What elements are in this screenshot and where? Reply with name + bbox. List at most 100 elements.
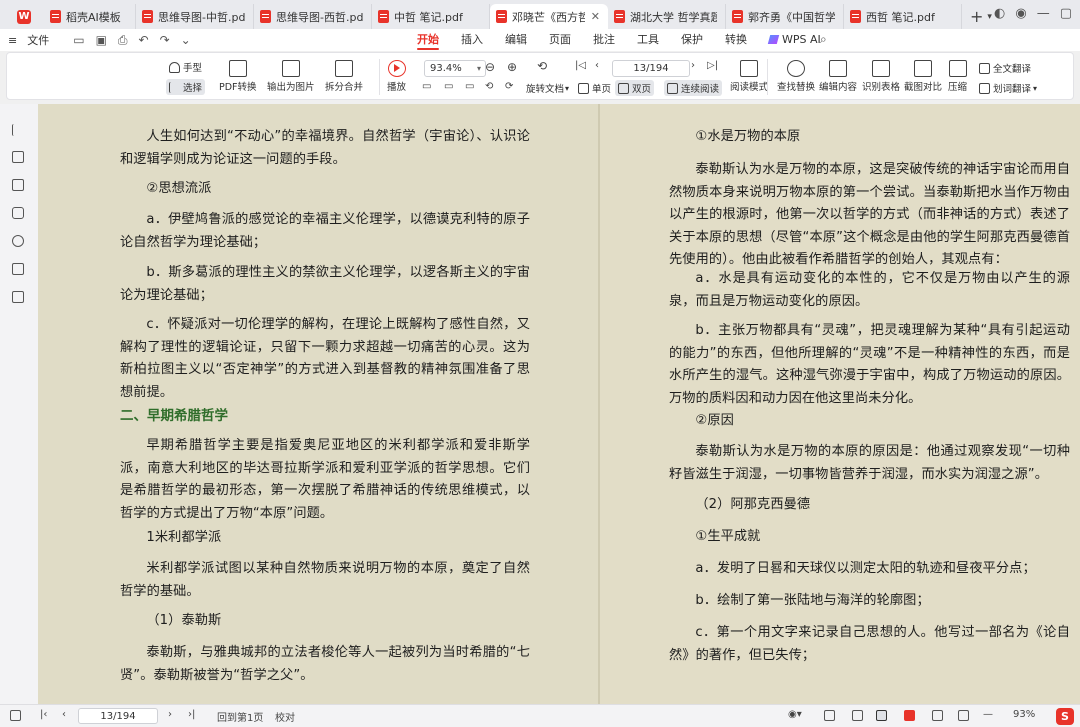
find-replace-button[interactable]: 查找替换 xyxy=(777,60,815,93)
play-label: 播放 xyxy=(387,82,407,93)
actual-size-icon[interactable]: ▭ xyxy=(465,81,474,92)
page-input[interactable]: 13/194 xyxy=(612,60,690,77)
word-translate-button[interactable]: 划词翻译 ▾ xyxy=(979,80,1037,96)
double-page-button[interactable]: 双页 xyxy=(615,80,655,96)
hand-tool-button[interactable]: 手型 xyxy=(169,59,202,75)
rotate-left-icon[interactable]: ⟲ xyxy=(485,81,493,92)
export-image-button[interactable]: 输出为图片 xyxy=(267,60,315,93)
select-tool-button[interactable]: 选择 xyxy=(166,79,206,95)
page-input[interactable]: 13/194 xyxy=(78,708,158,724)
edit-content-button[interactable]: 编辑内容 xyxy=(819,60,857,93)
attachment-icon[interactable] xyxy=(12,235,24,247)
first-page-icon[interactable]: |‹ xyxy=(40,709,47,720)
prev-page-icon[interactable]: ‹ xyxy=(595,60,599,71)
zoom-in-icon[interactable]: ⊕ xyxy=(507,60,517,74)
fit-icon[interactable] xyxy=(932,710,943,721)
paragraph: 泰勒斯，与雅典城邦的立法者梭伦等人一起被列为当时希腊的“七贤”。泰勒斯被誉为“哲… xyxy=(120,645,530,683)
bookmark-icon[interactable] xyxy=(12,151,24,163)
fit-page-icon[interactable]: ▭ xyxy=(444,81,453,92)
rotate-right-icon[interactable]: ⟳ xyxy=(505,81,513,92)
tab-label: 西哲 笔记.pdf xyxy=(866,10,935,24)
double-view-icon[interactable] xyxy=(876,710,887,721)
split-merge-label: 拆分合并 xyxy=(325,82,364,93)
paragraph: 泰勒斯认为水是万物的本原的原因是：他通过观察发现“一切种籽皆滋生于润湿，一切事物… xyxy=(669,444,1070,482)
signature-icon[interactable] xyxy=(12,263,24,275)
redo-icon[interactable]: ↷ xyxy=(160,33,170,48)
paragraph: a．伊壁鸠鲁派的感觉论的幸福主义伦理学，以德谟克利特的原子论自然哲学为理论基础； xyxy=(120,212,530,250)
rotate-document-button[interactable]: 旋转文档 ▾ xyxy=(526,80,569,96)
tab-document[interactable]: 西哲 笔记.pdf xyxy=(844,4,962,29)
tab-document[interactable]: 邓晓芒《西方哲 ✕ xyxy=(490,4,608,29)
pdf-convert-button[interactable]: PDF转换 xyxy=(219,60,257,93)
last-page-icon[interactable]: ›| xyxy=(188,709,195,720)
tab-document[interactable]: 思维导图-中哲.pdf xyxy=(136,4,254,29)
rotate-icon[interactable]: ⟲ xyxy=(537,59,547,73)
menu-item[interactable]: 开始 xyxy=(406,29,450,51)
proofread-button[interactable]: 校对 xyxy=(275,709,295,724)
recognize-table-button[interactable]: 识别表格 xyxy=(862,60,900,93)
minimize-icon[interactable]: — xyxy=(1037,6,1050,21)
prev-page-icon[interactable]: ‹ xyxy=(62,709,66,720)
play-button[interactable]: 播放 xyxy=(387,60,406,93)
folder-icon[interactable]: ▭ xyxy=(73,33,84,48)
tab-document[interactable]: 郭齐勇《中国哲学史》 xyxy=(726,4,844,29)
screenshot-compare-button[interactable]: 截图对比 xyxy=(904,60,942,93)
zoom-out-icon[interactable]: ⊖ xyxy=(485,60,495,74)
fit-width-icon[interactable]: ▭ xyxy=(422,81,431,92)
next-page-icon[interactable]: › xyxy=(691,60,695,71)
save-icon[interactable]: ▣ xyxy=(96,33,107,48)
file-menu[interactable]: 文件 xyxy=(27,32,49,48)
zoom-level[interactable]: 93% xyxy=(1013,709,1035,720)
back-first-page-link[interactable]: 回到第1页 xyxy=(217,709,263,724)
wps-assistant-icon[interactable]: S xyxy=(1056,708,1074,725)
continuous-read-button[interactable]: 连续阅读 xyxy=(664,80,723,96)
search-icon[interactable]: ⌕ xyxy=(820,32,827,47)
read-mode-button[interactable]: 阅读模式 xyxy=(730,60,768,93)
fullscreen-icon[interactable] xyxy=(958,710,969,721)
tab-bar: W 稻壳AI模板 思维导图-中哲.pdf 思维导图-西哲.pdf（E 中哲 笔记.pd… xyxy=(0,0,1080,29)
menu-item[interactable]: 保护 xyxy=(670,29,714,51)
chevron-down-icon[interactable]: ⌄ xyxy=(181,33,191,48)
last-page-icon[interactable]: ▷| xyxy=(707,60,718,71)
select-label: 选择 xyxy=(183,83,203,94)
page-number: 13/194 xyxy=(100,711,136,722)
menu-item[interactable]: 工具 xyxy=(626,29,670,51)
tab-document[interactable]: 稻壳AI模板 xyxy=(44,4,136,29)
tab-document[interactable]: 湖北大学 哲学真题20 xyxy=(608,4,726,29)
thumbnail-icon[interactable] xyxy=(12,179,24,191)
split-merge-button[interactable]: 拆分合并 xyxy=(325,60,363,93)
wps-logo-icon[interactable]: W xyxy=(4,4,44,29)
compress-button[interactable]: 压缩 xyxy=(948,60,967,93)
menu-item[interactable]: 编辑 xyxy=(494,29,538,51)
tab-document[interactable]: 思维导图-西哲.pdf（E xyxy=(254,4,372,29)
single-page-view-icon[interactable] xyxy=(824,710,835,721)
undo-icon[interactable]: ↶ xyxy=(139,33,149,48)
menu-item[interactable]: 插入 xyxy=(450,29,494,51)
print-icon[interactable]: ⎙ xyxy=(118,33,128,48)
single-page-button[interactable]: 单页 xyxy=(578,80,611,96)
menu-item[interactable]: 页面 xyxy=(538,29,582,51)
document-area[interactable]: 人生如何达到“不动心”的幸福境界。自然哲学（宇宙论）、认识论和逻辑学则成为论证这… xyxy=(38,104,1080,704)
zoom-select[interactable]: 93.4% ▾ xyxy=(424,60,486,77)
rotate-label: 旋转文档 xyxy=(526,84,565,95)
avatar[interactable]: ◉ xyxy=(1015,6,1026,21)
maximize-icon[interactable]: ▢ xyxy=(1060,6,1072,21)
eye-icon[interactable]: ◉▾ xyxy=(788,709,802,720)
continuous-view-icon[interactable] xyxy=(852,710,863,721)
layers-icon[interactable] xyxy=(12,291,24,303)
theme-icon[interactable]: ◐ xyxy=(994,6,1005,21)
sidebar-toggle-icon[interactable] xyxy=(10,710,21,721)
menu-item[interactable]: 转换 xyxy=(714,29,758,51)
next-page-icon[interactable]: › xyxy=(168,709,172,720)
new-tab-button[interactable]: + ▾ xyxy=(970,4,992,29)
comment-icon[interactable] xyxy=(12,207,24,219)
hamburger-icon[interactable]: ≡ xyxy=(8,34,17,47)
close-icon[interactable]: ✕ xyxy=(591,10,600,23)
tab-document[interactable]: 中哲 笔记.pdf xyxy=(372,4,490,29)
full-translate-button[interactable]: 全文翻译 xyxy=(979,60,1031,76)
first-page-icon[interactable]: |◁ xyxy=(575,60,586,71)
play-icon[interactable] xyxy=(904,710,915,721)
menu-item[interactable]: 批注 xyxy=(582,29,626,51)
outline-icon[interactable] xyxy=(12,124,24,136)
zoom-out-icon[interactable]: — xyxy=(983,709,993,720)
